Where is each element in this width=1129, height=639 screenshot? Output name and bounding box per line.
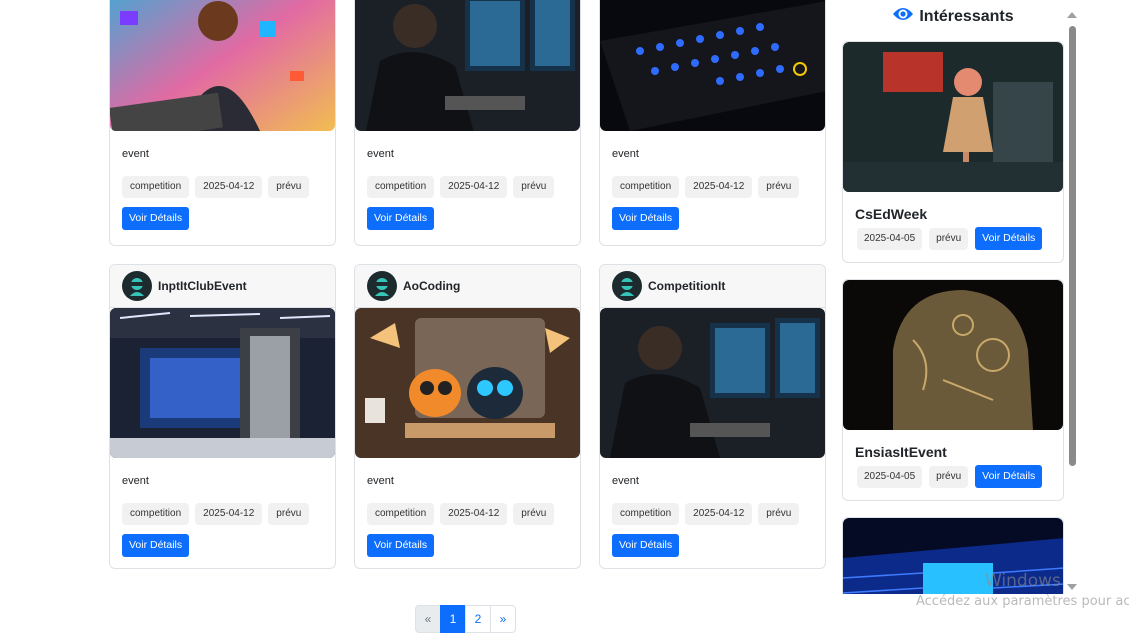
- event-image: [110, 308, 335, 458]
- author-name[interactable]: AoCoding: [403, 279, 460, 293]
- date-badge: 2025-04-12: [195, 503, 263, 525]
- pagination-next[interactable]: »: [490, 605, 516, 633]
- category-badge: competition: [612, 176, 680, 198]
- eye-icon: [892, 6, 914, 27]
- event-type: event: [612, 148, 639, 160]
- event-type: event: [122, 475, 149, 487]
- sidebar-event-name: CsEdWeek: [855, 206, 928, 222]
- sidebar-title-text: Intéressants: [919, 7, 1014, 25]
- event-card: event competition 2025-04-12 prévu Voir …: [354, 0, 581, 246]
- event-card: CompetitionIt event competition 2025-04-…: [599, 264, 826, 569]
- event-image: [355, 308, 580, 458]
- date-badge: 2025-04-05: [857, 227, 923, 250]
- status-badge: prévu: [929, 465, 969, 488]
- sidebar-card: CsEdWeek 2025-04-05 prévu Voir Détails: [842, 41, 1064, 263]
- windows-activation-hint: Accédez aux paramètres pour ac: [916, 594, 1129, 609]
- status-badge: prévu: [758, 503, 800, 525]
- status-badge: prévu: [929, 227, 969, 250]
- event-image: [600, 0, 825, 131]
- event-type: event: [367, 475, 394, 487]
- event-type: event: [612, 475, 639, 487]
- pagination-prev[interactable]: «: [415, 605, 441, 633]
- event-image: [355, 0, 580, 131]
- event-card: event competition 2025-04-12 prévu Voir …: [599, 0, 826, 246]
- date-badge: 2025-04-12: [195, 176, 263, 198]
- sidebar-card: EnsiasItEvent 2025-04-05 prévu Voir Déta…: [842, 279, 1064, 501]
- event-card: event competition 2025-04-12 prévu Voir …: [109, 0, 336, 246]
- status-badge: prévu: [758, 176, 800, 198]
- status-badge: prévu: [268, 503, 310, 525]
- pagination-page-1[interactable]: 1: [440, 605, 466, 633]
- sidebar-event-name: EnsiasItEvent: [855, 444, 947, 460]
- category-badge: competition: [122, 503, 190, 525]
- card-header: CompetitionIt: [600, 265, 825, 308]
- details-button[interactable]: Voir Détails: [122, 534, 190, 557]
- scroll-up-arrow-icon[interactable]: [1067, 12, 1077, 18]
- scroll-down-arrow-icon[interactable]: [1067, 584, 1077, 590]
- pagination: « 1 2 »: [415, 605, 516, 633]
- event-card: InptItClubEvent event competition 2025-0…: [109, 264, 336, 569]
- sidebar-title: Intéressants: [837, 6, 1069, 27]
- event-image: [600, 308, 825, 458]
- details-button[interactable]: Voir Détails: [367, 207, 435, 230]
- details-button[interactable]: Voir Détails: [122, 207, 190, 230]
- status-badge: prévu: [513, 176, 555, 198]
- category-badge: competition: [612, 503, 680, 525]
- interesting-sidebar: Intéressants CsEdWeek 2025-04-05 prévu V…: [837, 0, 1081, 594]
- details-button[interactable]: Voir Détails: [367, 534, 435, 557]
- author-name[interactable]: CompetitionIt: [648, 279, 725, 293]
- details-button[interactable]: Voir Détails: [612, 534, 680, 557]
- event-type: event: [367, 148, 394, 160]
- author-name[interactable]: InptItClubEvent: [158, 279, 247, 293]
- date-badge: 2025-04-05: [857, 465, 923, 488]
- avatar: [367, 271, 397, 301]
- date-badge: 2025-04-12: [440, 503, 508, 525]
- date-badge: 2025-04-12: [685, 176, 753, 198]
- details-button[interactable]: Voir Détails: [975, 465, 1043, 488]
- event-type: event: [122, 148, 149, 160]
- status-badge: prévu: [268, 176, 310, 198]
- windows-activation-watermark: Windows: [985, 571, 1061, 591]
- details-button[interactable]: Voir Détails: [975, 227, 1043, 250]
- date-badge: 2025-04-12: [685, 503, 753, 525]
- card-header: InptItClubEvent: [110, 265, 335, 308]
- avatar: [612, 271, 642, 301]
- pagination-page-2[interactable]: 2: [465, 605, 491, 633]
- event-card: AoCoding event competition 2025-04-12 pr…: [354, 264, 581, 569]
- category-badge: competition: [122, 176, 190, 198]
- category-badge: competition: [367, 503, 435, 525]
- card-header: AoCoding: [355, 265, 580, 308]
- date-badge: 2025-04-12: [440, 176, 508, 198]
- status-badge: prévu: [513, 503, 555, 525]
- sidebar-image: [843, 280, 1063, 430]
- category-badge: competition: [367, 176, 435, 198]
- scrollbar-thumb[interactable]: [1069, 26, 1076, 466]
- event-image: [110, 0, 335, 131]
- sidebar-scrollbar[interactable]: [1067, 8, 1077, 594]
- avatar: [122, 271, 152, 301]
- details-button[interactable]: Voir Détails: [612, 207, 680, 230]
- sidebar-image: [843, 42, 1063, 192]
